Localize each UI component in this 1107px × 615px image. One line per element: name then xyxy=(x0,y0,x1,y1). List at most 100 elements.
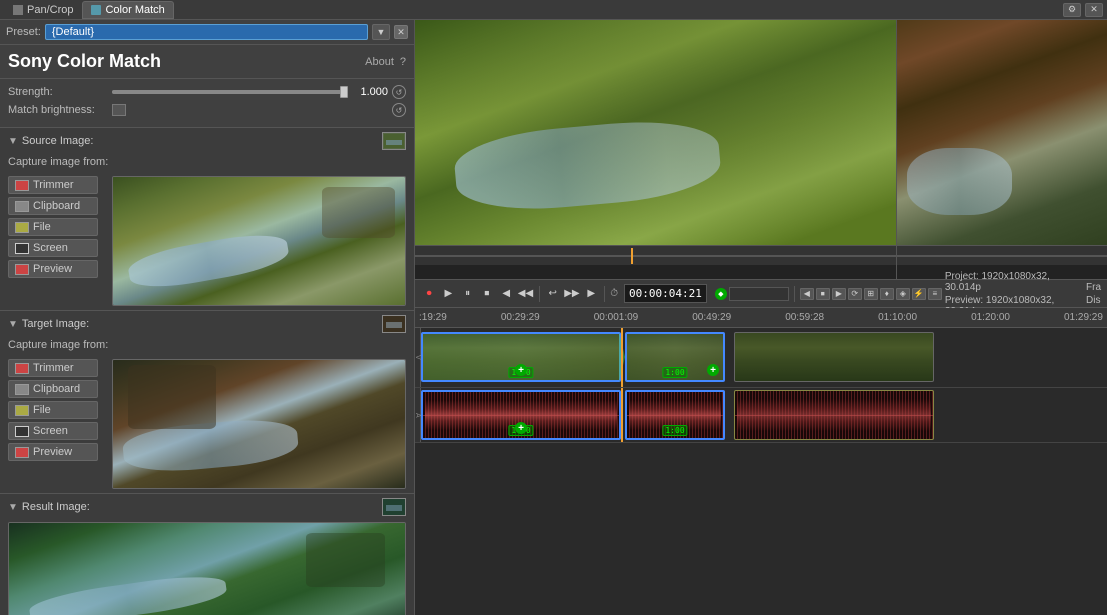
clip1-plus[interactable]: + xyxy=(515,364,527,376)
tab-color-match[interactable]: Color Match xyxy=(82,1,173,19)
marker-nav-btn[interactable]: ◈ xyxy=(896,288,910,300)
rewind-btn[interactable]: ◀◀ xyxy=(517,285,533,303)
match-brightness-checkbox[interactable] xyxy=(112,104,126,116)
source-content: Capture image from: Trimmer Clipboard xyxy=(8,156,406,306)
source-section: ▼ Source Image: Capture image from: Trim… xyxy=(0,128,414,311)
side-preview xyxy=(897,20,1107,279)
preset-close-btn[interactable]: ✕ xyxy=(394,25,408,39)
loop-region-btn[interactable]: ⟳ xyxy=(848,288,862,300)
target-preview-icon xyxy=(15,447,29,458)
loop-btn[interactable]: ↩ xyxy=(545,285,561,303)
trimmer-icon xyxy=(15,180,29,191)
help-button[interactable]: ? xyxy=(400,56,406,68)
source-screen-btn[interactable]: Screen xyxy=(8,239,98,257)
audio1-plus[interactable]: + xyxy=(515,422,527,434)
snap-btn[interactable]: ⊞ xyxy=(864,288,878,300)
jkl-btn3[interactable]: ▶ xyxy=(832,288,846,300)
target-title: Target Image: xyxy=(22,318,378,330)
result-thumbnail-btn[interactable] xyxy=(382,498,406,516)
about-button[interactable]: About xyxy=(365,56,394,68)
extra-btn1[interactable]: ⚡ xyxy=(912,288,926,300)
color-match-icon xyxy=(91,5,101,15)
next-frame-btn[interactable]: ▶ xyxy=(583,285,599,303)
source-capture-label: Capture image from: xyxy=(8,156,406,168)
ruler-mark-0: :19:29 xyxy=(419,312,447,323)
ruler-mark-6: 01:20:00 xyxy=(971,312,1010,323)
video-clip-1[interactable]: 1:00 + xyxy=(421,332,621,382)
record-btn[interactable]: ⏺ xyxy=(421,285,437,303)
clip2-plus[interactable]: + xyxy=(707,364,719,376)
jkl-btn2[interactable]: ⏹ xyxy=(816,288,830,300)
play-btn[interactable]: ▶ xyxy=(440,285,456,303)
target-preview-image xyxy=(112,359,406,489)
extra-btn2[interactable]: ≡ xyxy=(928,288,942,300)
sections-scroll: ▼ Source Image: Capture image from: Trim… xyxy=(0,128,414,615)
video-clip-3[interactable]: 1:00 + xyxy=(625,332,725,382)
target-screen-btn[interactable]: Screen xyxy=(8,422,98,440)
pause-btn[interactable]: ⏸ xyxy=(460,285,476,303)
source-capture-buttons: Trimmer Clipboard File xyxy=(8,176,98,306)
side-scrubber[interactable] xyxy=(897,245,1107,265)
marker-icon: ◆ xyxy=(718,290,723,298)
target-arrow[interactable]: ▼ xyxy=(8,319,18,330)
transport-sep3 xyxy=(794,286,795,302)
target-trimmer-label: Trimmer xyxy=(33,362,74,374)
fast-fwd-btn[interactable]: ▶▶ xyxy=(564,285,580,303)
marker-add-btn[interactable]: ♦ xyxy=(880,288,894,300)
source-clipboard-btn[interactable]: Clipboard xyxy=(8,197,98,215)
source-trimmer-btn[interactable]: Trimmer xyxy=(8,176,98,194)
timecode-input-bar[interactable] xyxy=(729,287,789,301)
target-clipboard-btn[interactable]: Clipboard xyxy=(8,380,98,398)
source-thumbnail-btn[interactable] xyxy=(382,132,406,150)
source-file-btn[interactable]: File xyxy=(8,218,98,236)
timecode-icon: ⏱ xyxy=(610,288,618,299)
audio-clip-3[interactable] xyxy=(734,390,934,440)
source-clipboard-label: Clipboard xyxy=(33,200,80,212)
tab-bar: Pan/Crop Color Match ⚙ ✕ xyxy=(0,0,1107,20)
target-preview-btn[interactable]: Preview xyxy=(8,443,98,461)
preset-save-btn[interactable]: ▼ xyxy=(372,24,390,40)
target-screen-icon xyxy=(15,426,29,437)
clipboard-icon xyxy=(15,201,29,212)
result-section: ▼ Result Image: xyxy=(0,494,414,615)
timecode-display[interactable]: 00:00:04:21 xyxy=(624,284,707,303)
video-clip-4[interactable] xyxy=(734,332,934,382)
audio-clip-2[interactable]: 1:00 xyxy=(625,390,725,440)
ruler-mark-2: 00:001:09 xyxy=(594,312,639,323)
tab-close-btn[interactable]: ✕ xyxy=(1085,3,1103,17)
source-screen-label: Screen xyxy=(33,242,68,254)
target-thumbnail-btn[interactable] xyxy=(382,315,406,333)
source-preview-btn[interactable]: Preview xyxy=(8,260,98,278)
tab-settings-btn[interactable]: ⚙ xyxy=(1063,3,1081,17)
match-brightness-reset-icon[interactable]: ↺ xyxy=(392,103,406,117)
timecode-area: ⏱ 00:00:04:21 ◆ xyxy=(610,284,789,303)
preset-label: Preset: xyxy=(6,26,41,38)
audio-waveform-3 xyxy=(735,391,933,439)
source-preview-label: Preview xyxy=(33,263,72,275)
match-brightness-row: Match brightness: ↺ xyxy=(8,103,406,117)
ruler-mark-4: 00:59:28 xyxy=(785,312,824,323)
stop-btn[interactable]: ⏹ xyxy=(479,285,495,303)
strength-label: Strength: xyxy=(8,86,108,98)
preset-dropdown[interactable]: {Default} xyxy=(45,24,368,40)
strength-reset-icon[interactable]: ↺ xyxy=(392,85,406,99)
plugin-header-right: About ? xyxy=(365,56,406,68)
target-section: ▼ Target Image: Capture image from: Trim… xyxy=(0,311,414,494)
ruler-mark-1: 00:29:29 xyxy=(501,312,540,323)
source-arrow[interactable]: ▼ xyxy=(8,136,18,147)
track-content-a1[interactable]: 1:00 + 1:00 xyxy=(421,388,1107,442)
jkl-btn1[interactable]: ◀ xyxy=(800,288,814,300)
prev-frame-btn[interactable]: ◀ xyxy=(498,285,514,303)
target-file-btn[interactable]: File xyxy=(8,401,98,419)
preview-scrubber[interactable] xyxy=(415,245,896,265)
timeline-ruler: :19:29 00:29:29 00:001:09 00:49:29 00:59… xyxy=(415,308,1107,328)
target-trimmer-btn[interactable]: Trimmer xyxy=(8,359,98,377)
project-label: Project: 1920x1080x32, 30.014p xyxy=(945,271,1079,293)
marker-btn[interactable]: ◆ xyxy=(715,288,727,300)
track-content-v1[interactable]: 1:00 + 1:00 + xyxy=(421,328,1107,387)
strength-slider[interactable] xyxy=(112,90,344,94)
fra-dis-info: Fra Dis xyxy=(1086,282,1101,306)
tab-pan-crop[interactable]: Pan/Crop xyxy=(4,1,82,19)
result-arrow[interactable]: ▼ xyxy=(8,502,18,513)
audio-clip-1[interactable]: 1:00 + xyxy=(421,390,621,440)
